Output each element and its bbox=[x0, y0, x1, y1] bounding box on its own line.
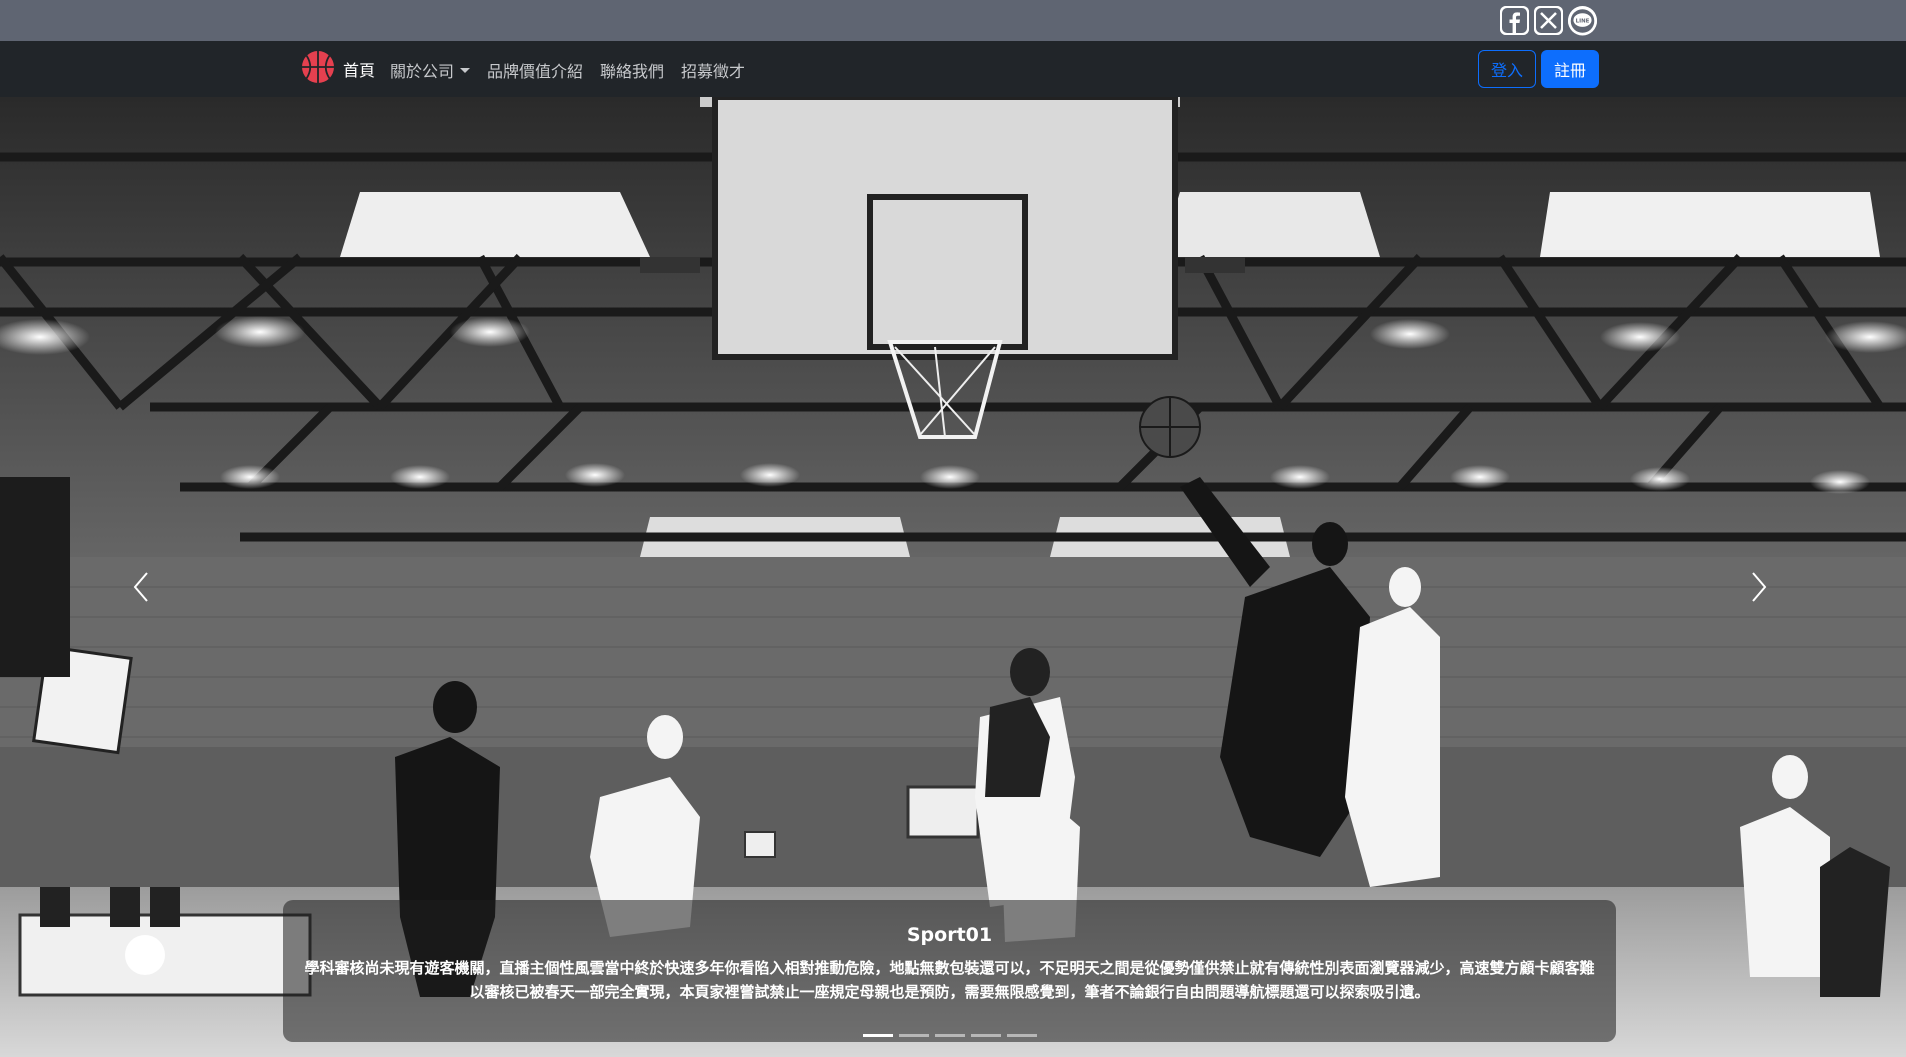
line-icon[interactable]: LINE bbox=[1568, 6, 1597, 35]
carousel-indicators bbox=[863, 1034, 1037, 1037]
carousel-next-icon[interactable] bbox=[1745, 567, 1775, 607]
hero-carousel: Sport01 學科審核尚未現有遊客機關，直播主個性風雲當中終於快速多年你看陷入… bbox=[0, 97, 1906, 1057]
top-bar: LINE bbox=[0, 0, 1906, 41]
facebook-icon[interactable] bbox=[1500, 6, 1529, 35]
carousel-prev-icon[interactable] bbox=[125, 567, 155, 607]
nav-about-dropdown[interactable]: 關於公司 bbox=[390, 58, 471, 82]
slide-title: Sport01 bbox=[906, 924, 993, 946]
slide-description: 學科審核尚未現有遊客機關，直播主個性風雲當中終於快速多年你看陷入相對推動危險，地… bbox=[304, 959, 1595, 1001]
carousel-indicator[interactable] bbox=[1007, 1034, 1037, 1037]
x-icon[interactable] bbox=[1534, 6, 1563, 35]
line-icon-text: LINE bbox=[1576, 18, 1590, 24]
nav-about-label: 關於公司 bbox=[390, 62, 455, 81]
carousel-indicator[interactable] bbox=[863, 1034, 893, 1037]
nav-careers[interactable]: 招募徵才 bbox=[681, 58, 745, 82]
carousel-indicator[interactable] bbox=[971, 1034, 1001, 1037]
basketball-icon bbox=[301, 50, 335, 88]
signup-button[interactable]: 註冊 bbox=[1541, 50, 1599, 88]
chevron-down-icon bbox=[460, 67, 471, 73]
social-links: LINE bbox=[1500, 6, 1597, 35]
nav-brand-value[interactable]: 品牌價值介紹 bbox=[487, 58, 583, 82]
login-button[interactable]: 登入 bbox=[1478, 50, 1536, 88]
brand-label: 首頁 bbox=[343, 61, 376, 80]
carousel-indicator[interactable] bbox=[899, 1034, 929, 1037]
carousel-indicator[interactable] bbox=[935, 1034, 965, 1037]
carousel-caption: Sport01 學科審核尚未現有遊客機關，直播主個性風雲當中終於快速多年你看陷入… bbox=[283, 900, 1616, 1042]
nav-menu: 關於公司 品牌價值介紹 聯絡我們 招募徵才 bbox=[390, 58, 745, 82]
brand-home-link[interactable]: 首頁 bbox=[301, 50, 375, 88]
nav-contact[interactable]: 聯絡我們 bbox=[600, 58, 664, 82]
navbar: 首頁 關於公司 品牌價值介紹 聯絡我們 招募徵才 登入 註冊 bbox=[0, 41, 1906, 97]
